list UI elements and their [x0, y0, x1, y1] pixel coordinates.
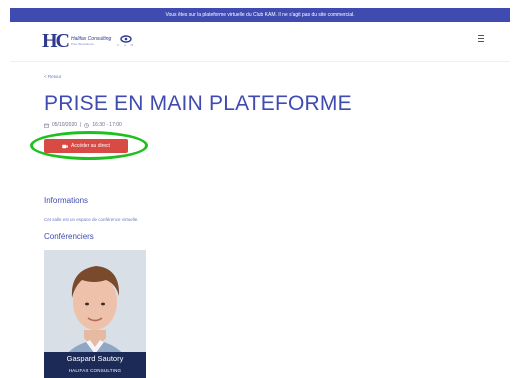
- partner-logo-icon: [120, 35, 132, 43]
- event-meta: 05/10/2020 | 16:30 - 17:00: [44, 122, 122, 128]
- event-date: 05/10/2020: [52, 122, 78, 128]
- back-link[interactable]: < Retour: [44, 74, 61, 79]
- banner-text: Vous êtes sur la plateforme virtuelle du…: [165, 12, 355, 18]
- info-banner: Vous êtes sur la plateforme virtuelle du…: [10, 8, 510, 22]
- page: Vous êtes sur la plateforme virtuelle du…: [0, 0, 516, 378]
- logo-text: Halifax Consulting Pour l'Excellence: [71, 36, 111, 46]
- clock-icon: [84, 122, 90, 128]
- event-time: 16:30 - 17:00: [92, 122, 122, 128]
- speaker-company: HALIFAX CONSULTING: [68, 368, 122, 373]
- hamburger-menu-icon[interactable]: [478, 35, 486, 43]
- meta-separator: |: [80, 122, 82, 128]
- calendar-icon: [44, 123, 49, 128]
- speakers-heading: Conférenciers: [44, 232, 94, 241]
- informations-heading: Informations: [44, 196, 89, 205]
- partner-logo-text: K A M: [117, 43, 136, 47]
- site-header: HC Halifax Consulting Pour l'Excellence …: [10, 22, 510, 62]
- logo-mark: HC: [42, 29, 70, 52]
- informations-text: Cet salle est un espace de conférence vi…: [44, 217, 139, 222]
- site-logo[interactable]: HC Halifax Consulting Pour l'Excellence …: [42, 30, 135, 52]
- highlight-annotation: [30, 131, 148, 160]
- speaker-name: Gaspard Sautory: [66, 354, 124, 363]
- speaker-card[interactable]: Gaspard Sautory HALIFAX CONSULTING: [44, 250, 146, 378]
- partner-logo: K A M: [117, 35, 135, 47]
- page-title: PRISE EN MAIN PLATEFORME: [44, 92, 352, 115]
- logo-subtitle: Pour l'Excellence: [71, 42, 94, 46]
